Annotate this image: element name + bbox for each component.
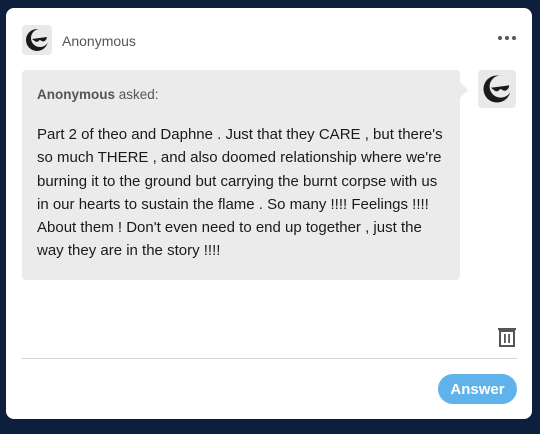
anonymous-avatar-icon[interactable] bbox=[22, 25, 52, 55]
divider bbox=[22, 358, 517, 359]
question-bubble: Anonymous asked: Part 2 of theo and Daph… bbox=[22, 70, 468, 280]
question-text: Part 2 of theo and Daphne . Just that th… bbox=[37, 126, 443, 260]
card-header: Anonymous bbox=[22, 24, 522, 56]
trash-icon[interactable] bbox=[496, 326, 518, 348]
more-dots-icon[interactable] bbox=[498, 36, 516, 40]
asker-name[interactable]: Anonymous bbox=[62, 33, 136, 49]
anonymous-avatar-icon bbox=[478, 70, 516, 108]
asked-by-name: Anonymous bbox=[37, 87, 116, 102]
ask-card: Anonymous Anonymous asked: Part 2 of the… bbox=[6, 8, 532, 419]
answer-button[interactable]: Answer bbox=[438, 374, 517, 404]
asked-line: Anonymous asked: bbox=[37, 87, 159, 102]
asked-label: asked: bbox=[118, 87, 159, 102]
